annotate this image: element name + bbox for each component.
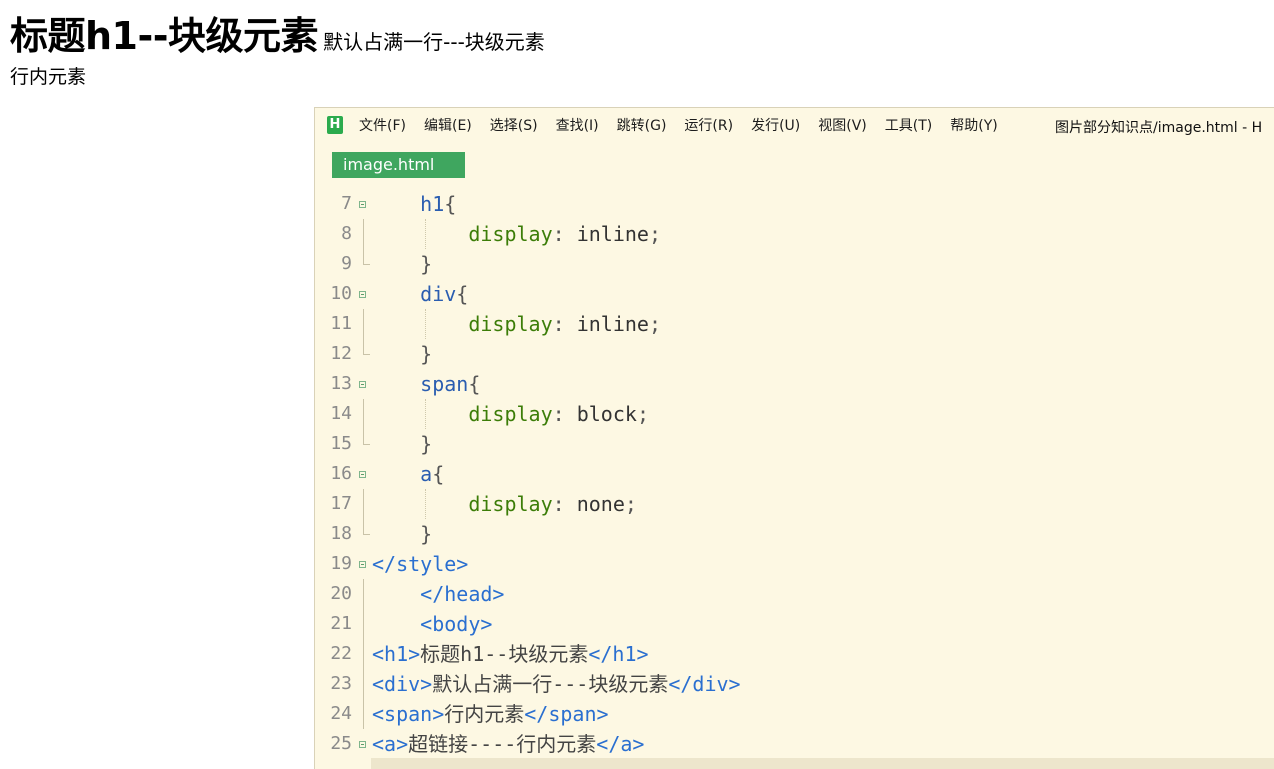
code-line[interactable]: 22 <h1>标题h1--块级元素</h1> — [315, 639, 1274, 669]
line-number: 13 — [330, 373, 352, 394]
line-number: 22 — [330, 643, 352, 664]
line-number: 7 — [341, 193, 352, 214]
code-line[interactable]: 13 span{ — [315, 369, 1274, 399]
code-line[interactable]: 25 <a>超链接----行内元素</a> — [315, 729, 1274, 759]
line-number: 11 — [330, 313, 352, 334]
line-number: 25 — [330, 733, 352, 754]
preview-div-text: 默认占满一行---块级元素 — [323, 30, 545, 54]
code-line[interactable]: 7 h1{ — [315, 189, 1274, 219]
menu-edit[interactable]: 编辑(E) — [424, 115, 472, 135]
code-text: </style> — [372, 552, 469, 576]
fold-guide — [363, 249, 370, 265]
code-text: <a>超链接----行内元素</a> — [372, 732, 645, 756]
code-text: span{ — [420, 372, 481, 396]
menu-find[interactable]: 查找(I) — [556, 115, 599, 135]
code-text: h1{ — [420, 192, 457, 216]
menu-tools[interactable]: 工具(T) — [885, 115, 932, 135]
preview-span-text: 行内元素 — [10, 66, 87, 88]
fold-toggle-icon[interactable] — [359, 471, 366, 478]
code-text: } — [372, 342, 433, 366]
code-text: <h1>标题h1--块级元素</h1> — [372, 642, 649, 666]
code-line[interactable]: 18 } — [315, 519, 1274, 549]
code-line[interactable]: 21 <body> — [315, 609, 1274, 639]
line-number: 12 — [330, 343, 352, 364]
code-text: div{ — [420, 282, 469, 306]
fold-guide — [363, 699, 364, 729]
tab-image-html[interactable]: image.html — [332, 152, 465, 178]
code-line[interactable]: 23 <div>默认占满一行---块级元素</div> — [315, 669, 1274, 699]
code-text: </head> — [420, 582, 505, 606]
code-line[interactable]: 15 } — [315, 429, 1274, 459]
fold-toggle-icon[interactable] — [359, 291, 366, 298]
code-line[interactable]: 9 } — [315, 249, 1274, 279]
line-number: 10 — [330, 283, 352, 304]
fold-toggle-icon[interactable] — [359, 741, 366, 748]
code-line[interactable]: 20 </head> — [315, 579, 1274, 609]
code-text: <body> — [420, 612, 493, 636]
code-text: display: inline; — [468, 312, 662, 336]
window-title: 图片部分知识点/image.html - H — [1055, 120, 1263, 136]
line-number: 15 — [330, 433, 352, 454]
code-text: display: block; — [468, 402, 649, 426]
line-number: 20 — [330, 583, 352, 604]
code-line[interactable]: 12 } — [315, 339, 1274, 369]
code-line[interactable]: 24 <span>行内元素</span> — [315, 699, 1274, 729]
line-number: 14 — [330, 403, 352, 424]
line-number: 21 — [330, 613, 352, 634]
code-text: a{ — [420, 462, 445, 486]
tab-bar: image.html — [315, 142, 1274, 178]
line-number: 8 — [341, 223, 352, 244]
fold-toggle-icon[interactable] — [359, 381, 366, 388]
fold-guide — [363, 429, 370, 445]
fold-guide — [363, 309, 364, 339]
code-text: } — [372, 252, 433, 276]
fold-guide — [363, 339, 370, 355]
fold-toggle-icon[interactable] — [359, 201, 366, 208]
code-line[interactable]: 16 a{ — [315, 459, 1274, 489]
fold-guide — [363, 639, 364, 669]
code-line[interactable]: 14 display: block; — [315, 399, 1274, 429]
line-number: 19 — [330, 553, 352, 574]
hbuilder-logo-icon[interactable]: H — [327, 116, 343, 134]
fold-guide — [363, 399, 364, 429]
code-text: } — [372, 522, 433, 546]
menu-help[interactable]: 帮助(Y) — [950, 115, 997, 135]
code-text: <div>默认占满一行---块级元素</div> — [372, 672, 741, 696]
menu-bar: H 文件(F) 编辑(E) 选择(S) 查找(I) 跳转(G) 运行(R) 发行… — [315, 108, 1274, 142]
menu-view[interactable]: 视图(V) — [818, 115, 867, 135]
page-preview: 标题h1--块级元素 默认占满一行---块级元素 行内元素 — [10, 5, 545, 89]
line-number: 23 — [330, 673, 352, 694]
code-line[interactable]: 17 display: none; — [315, 489, 1274, 519]
line-number: 24 — [330, 703, 352, 724]
menu-run[interactable]: 运行(R) — [684, 115, 733, 135]
code-text: } — [372, 432, 433, 456]
code-line[interactable]: 8 display: inline; — [315, 219, 1274, 249]
menu-publish[interactable]: 发行(U) — [751, 115, 800, 135]
fold-guide — [363, 669, 364, 699]
preview-heading: 标题h1--块级元素 — [10, 14, 319, 58]
line-number: 17 — [330, 493, 352, 514]
line-number: 16 — [330, 463, 352, 484]
editor-window: H 文件(F) 编辑(E) 选择(S) 查找(I) 跳转(G) 运行(R) 发行… — [314, 107, 1274, 769]
line-number: 9 — [341, 253, 352, 274]
code-line[interactable]: 11 display: inline; — [315, 309, 1274, 339]
code-text: display: inline; — [468, 222, 662, 246]
fold-guide — [363, 519, 370, 535]
fold-guide — [363, 489, 364, 519]
code-line[interactable]: 10 div{ — [315, 279, 1274, 309]
fold-toggle-icon[interactable] — [359, 561, 366, 568]
fold-guide — [363, 579, 364, 609]
code-text: <span>行内元素</span> — [372, 702, 609, 726]
code-text: display: none; — [468, 492, 637, 516]
fold-guide — [363, 609, 364, 639]
fold-guide — [363, 219, 364, 249]
menu-select[interactable]: 选择(S) — [490, 115, 538, 135]
menu-file[interactable]: 文件(F) — [359, 115, 406, 135]
menu-goto[interactable]: 跳转(G) — [617, 115, 667, 135]
code-line[interactable]: 19 </style> — [315, 549, 1274, 579]
code-area[interactable]: 7 h1{8 display: inline; 9 } 10 div{11 disp… — [315, 189, 1274, 759]
line-number: 18 — [330, 523, 352, 544]
horizontal-scrollbar[interactable] — [371, 758, 1274, 769]
